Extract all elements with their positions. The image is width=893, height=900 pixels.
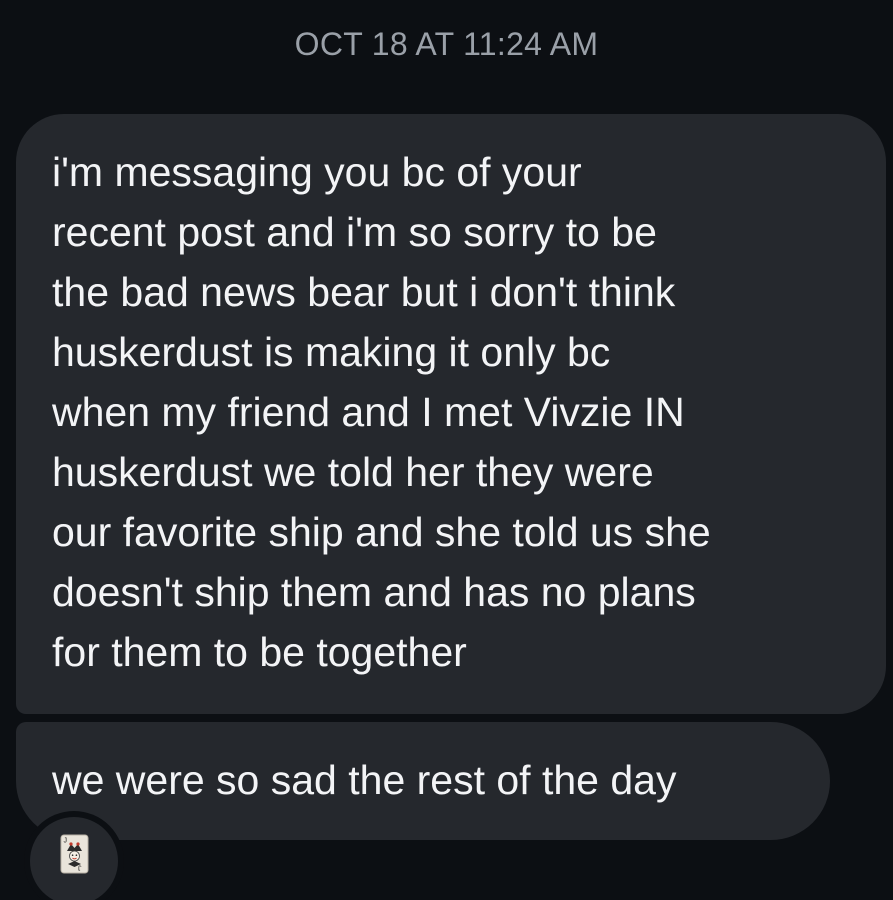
message-line: huskerdust is making it only bc: [52, 329, 611, 375]
message-bubble[interactable]: i'm messaging you bc of your recent post…: [16, 114, 886, 714]
message-thread: OCT 18 AT 11:24 AM i'm messaging you bc …: [0, 0, 893, 900]
message-line: our favorite ship and she told us she: [52, 509, 711, 555]
message-line: when my friend and I met Vivzie IN: [52, 389, 685, 435]
message-line: for them to be together: [52, 629, 467, 675]
sender-avatar[interactable]: J J: [30, 817, 118, 900]
message-text: we were so sad the rest of the day: [52, 757, 677, 803]
message-bubble[interactable]: we were so sad the rest of the day: [16, 722, 830, 840]
message-line: recent post and i'm so sorry to be: [52, 209, 657, 255]
svg-text:J: J: [64, 838, 68, 845]
joker-card-icon: J J: [60, 834, 89, 874]
message-line: i'm messaging you bc of your: [52, 149, 582, 195]
message-line: huskerdust we told her they were: [52, 449, 654, 495]
message-line: doesn't ship them and has no plans: [52, 569, 696, 615]
message-line: the bad news bear but i don't think: [52, 269, 676, 315]
message-timestamp: OCT 18 AT 11:24 AM: [294, 26, 599, 62]
